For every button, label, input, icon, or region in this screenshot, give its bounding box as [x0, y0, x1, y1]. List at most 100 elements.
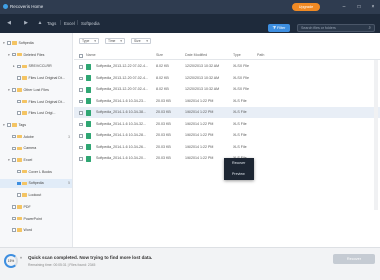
table-row[interactable]: Softpedia_2014-1-6 10-34-32... 20.03 KB 1/… [74, 119, 380, 130]
tree-checkbox[interactable] [7, 41, 11, 45]
file-size: 20.03 KB [156, 98, 171, 103]
tree-checkbox[interactable] [17, 181, 21, 186]
tree-checkbox[interactable] [12, 52, 16, 57]
select-all-checkbox[interactable] [79, 54, 83, 58]
tree-item-label: Files Lost Origi... [28, 111, 56, 116]
breadcrumb-excel[interactable]: Excel [64, 21, 75, 26]
table-row[interactable]: Softpedia_2013-12-20 07-02-4... 8.02 KB 12… [74, 84, 380, 95]
tree-checkbox[interactable] [12, 146, 16, 151]
context-preview[interactable]: Preview [224, 169, 254, 180]
column-path[interactable]: Path [257, 51, 264, 60]
row-checkbox[interactable] [79, 122, 83, 126]
table-row[interactable]: Softpedia_2013-12-22 07-02-4... 8.02 KB 12… [74, 61, 380, 72]
filter-type-dropdown[interactable]: Type ▾ [79, 38, 99, 44]
tree-item-label: Adobe [23, 134, 34, 139]
folder-icon [12, 123, 17, 127]
tree-checkbox[interactable] [17, 111, 21, 115]
folder-icon [22, 169, 27, 174]
tree-checkbox[interactable] [12, 205, 16, 209]
folder-icon [22, 64, 27, 69]
row-checkbox[interactable] [79, 111, 83, 115]
table-row[interactable]: Softpedia_2014-1-6 10-34-38... 20.03 KB 1/… [74, 107, 380, 118]
tree-item-label: Lookout [28, 193, 42, 198]
row-checkbox[interactable] [79, 157, 83, 161]
tree-item-label: Word [23, 228, 33, 233]
tree-checkbox[interactable] [17, 76, 21, 80]
sidebar-tree-item[interactable]: ▸ SRE/VCCLRR [0, 62, 72, 71]
vertical-scrollbar[interactable] [374, 60, 378, 210]
sidebar-tree-item[interactable]: Files Lost Original Dt... [0, 74, 72, 83]
folder-icon [17, 228, 22, 232]
sidebar-tree-item[interactable]: Adobe 3 [0, 133, 72, 142]
upgrade-button[interactable]: Upgrade [292, 3, 320, 11]
file-list-panel: Type ▾ Time ▾ Size ▾ Name Size Date Modifie… [74, 33, 380, 247]
table-row[interactable]: Softpedia_2014-1-6 10-34-26... 20.03 KB 1/… [74, 142, 380, 153]
forward-arrow-icon[interactable]: ▶ [22, 19, 30, 27]
sidebar-tree-item[interactable]: Softpedia 5 [0, 179, 72, 189]
sidebar-tree-item[interactable]: PowerPoint [0, 215, 72, 224]
sidebar-tree-item[interactable]: ▾ Tags [0, 121, 72, 130]
tree-checkbox[interactable] [17, 99, 21, 104]
tree-item-label: Camera [23, 146, 37, 151]
table-row[interactable]: Softpedia_2014-1-6 10-34-28... 20.03 KB 1/… [74, 130, 380, 141]
tree-checkbox[interactable] [12, 216, 16, 221]
folder-tree-sidebar[interactable]: ▾ Softpedia ▾ Deleted Files ▸ SRE/VCCLRR Files… [0, 33, 73, 247]
tree-item-label: Excel [23, 158, 33, 162]
search-icon[interactable]: ⌕ [368, 25, 371, 31]
excel-file-icon [86, 98, 91, 104]
sidebar-tree-item[interactable]: ▾ Excel [0, 156, 72, 165]
sidebar-tree-item[interactable]: Files Lost Original Dt... [0, 98, 72, 107]
maximize-button[interactable]: □ [355, 3, 363, 11]
sidebar-tree-item[interactable]: Camera [0, 144, 72, 153]
tree-checkbox[interactable] [12, 228, 16, 232]
search-input[interactable]: Search files or folders ⌕ [297, 24, 375, 32]
tree-checkbox[interactable] [17, 64, 21, 69]
tree-checkbox[interactable] [12, 158, 16, 162]
row-checkbox[interactable] [79, 65, 83, 69]
excel-file-icon [86, 63, 91, 70]
sidebar-tree-item[interactable]: Lookout [0, 191, 72, 200]
tree-checkbox[interactable] [17, 169, 21, 174]
sidebar-tree-item[interactable]: ▾ Other Lost Files [0, 86, 72, 95]
sidebar-tree-item[interactable]: Files Lost Origi... [0, 109, 72, 118]
breadcrumb-softpedia[interactable]: Softpedia [81, 21, 100, 26]
folder-icon [17, 158, 22, 162]
file-size: 20.03 KB [156, 133, 171, 137]
folder-icon [17, 205, 22, 209]
column-size[interactable]: Size [156, 51, 163, 60]
close-button[interactable]: × [369, 3, 377, 11]
tree-checkbox[interactable] [7, 123, 11, 127]
tree-checkbox[interactable] [17, 193, 21, 197]
tree-item-count: 3 [68, 134, 70, 139]
context-recover[interactable]: Recover [224, 158, 254, 169]
recover-button[interactable]: Recover [333, 254, 375, 264]
row-checkbox[interactable] [79, 145, 83, 149]
column-type[interactable]: Type [233, 51, 241, 60]
column-name[interactable]: Name [86, 51, 96, 60]
sidebar-tree-item[interactable]: Cover L Books [0, 168, 72, 177]
column-date-modified[interactable]: Date Modified [185, 51, 207, 60]
back-arrow-icon[interactable]: ◀ [5, 19, 13, 27]
minimize-button[interactable]: – [340, 3, 348, 11]
status-bar: 15% ⏸ Quick scan completed. Now trying t… [0, 247, 380, 280]
row-checkbox[interactable] [79, 88, 83, 92]
table-row[interactable]: Softpedia_2013-12-20 07-02-4... 8.02 KB 12… [74, 73, 380, 84]
sidebar-tree-item[interactable]: PDF [0, 203, 72, 212]
filter-time-dropdown[interactable]: Time ▾ [105, 38, 125, 44]
sidebar-tree-item[interactable]: Word [0, 226, 72, 235]
breadcrumb-tags[interactable]: Tags [47, 21, 56, 26]
sidebar-tree-item[interactable]: ▾ Softpedia [0, 39, 72, 48]
up-arrow-icon[interactable]: ▲ [36, 19, 44, 27]
tree-checkbox[interactable] [12, 88, 16, 92]
row-checkbox[interactable] [79, 99, 83, 103]
file-type: XLSX File [233, 64, 249, 68]
file-type: XLS File [233, 144, 247, 149]
pause-icon[interactable]: ⏸ [20, 255, 24, 260]
sidebar-tree-item[interactable]: ▾ Deleted Files [0, 51, 72, 60]
row-checkbox[interactable] [79, 76, 83, 80]
row-checkbox[interactable] [79, 134, 83, 138]
filter-size-dropdown[interactable]: Size ▾ [131, 38, 151, 44]
table-row[interactable]: Softpedia_2014-1-6 10-34-23... 20.03 KB 1/… [74, 96, 380, 107]
tree-checkbox[interactable] [12, 134, 16, 139]
filter-button[interactable]: ⧩ Filter [268, 24, 290, 32]
